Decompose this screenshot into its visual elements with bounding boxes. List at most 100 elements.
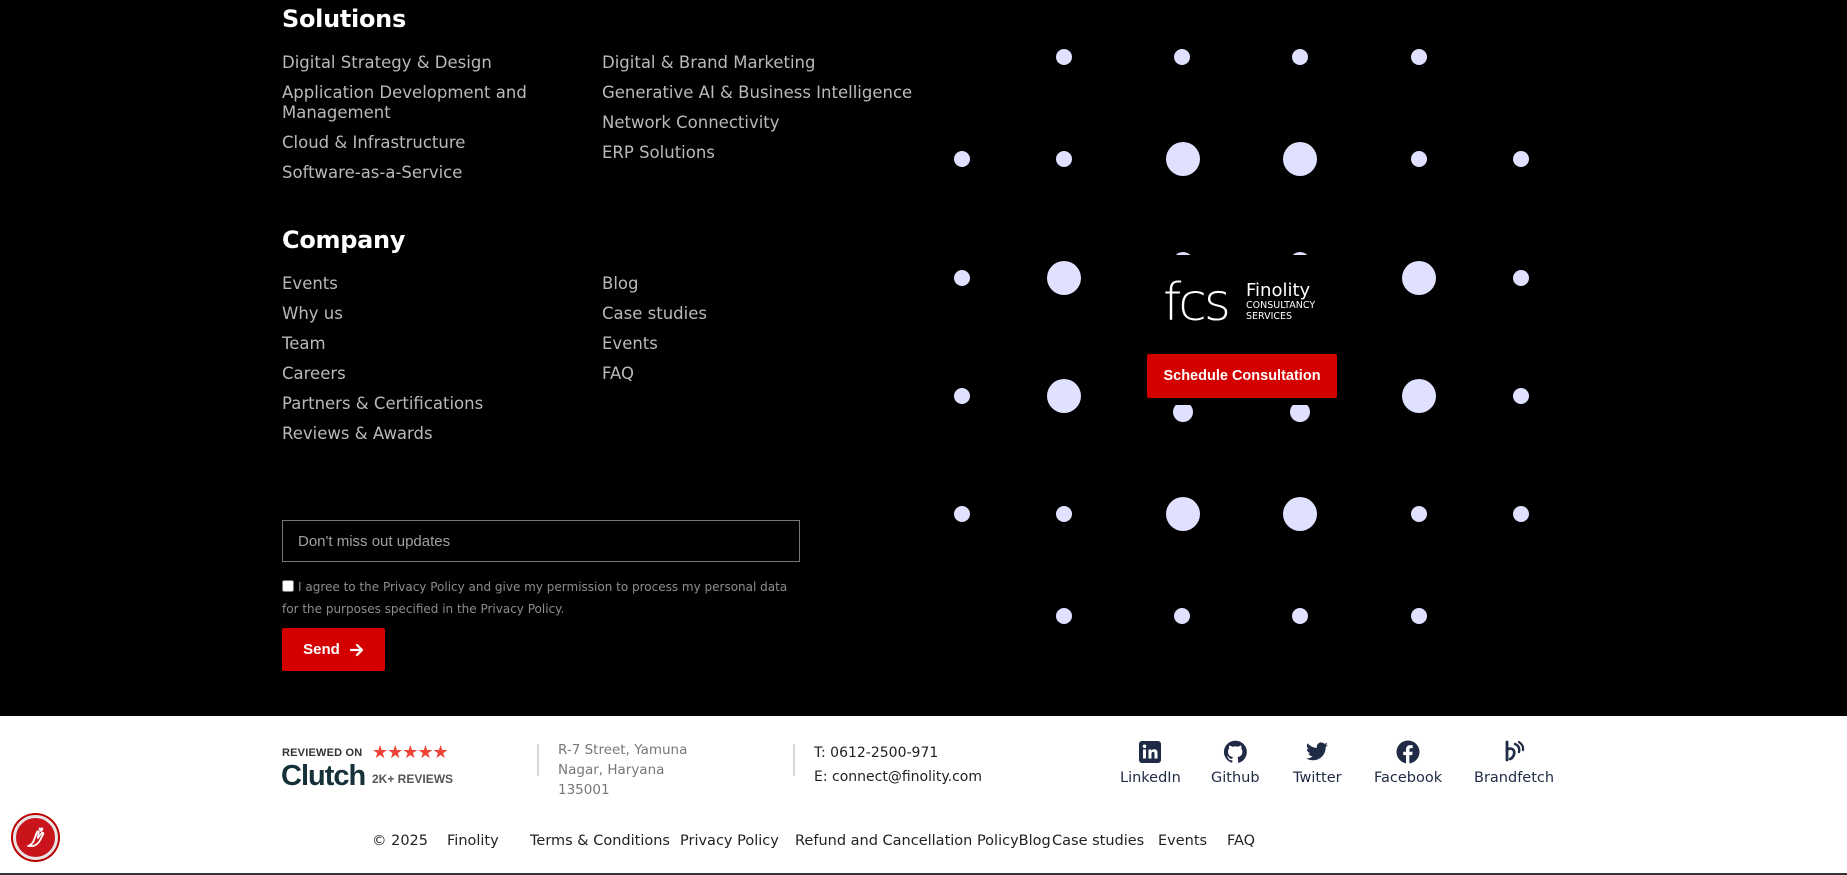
consent-row: I agree to the Privacy Policy and give m… (282, 576, 802, 620)
company-link[interactable]: FAQ (602, 364, 707, 384)
arrow-right-icon (349, 643, 363, 656)
schedule-consultation-button[interactable]: Schedule Consultation (1147, 354, 1337, 398)
company-link[interactable]: Careers (282, 364, 483, 384)
company-heading: Company (282, 226, 406, 254)
consent-text: I agree to the Privacy Policy and give m… (282, 580, 788, 616)
twitter-icon (1306, 742, 1329, 761)
footer-link-privacy[interactable]: Privacy Policy (680, 833, 779, 849)
solutions-list-right: Digital & Brand Marketing Generative AI … (602, 53, 912, 173)
decorative-dot (1166, 142, 1200, 176)
social-label: Github (1211, 770, 1260, 786)
send-button-label: Send (303, 641, 340, 658)
social-label: Twitter (1293, 770, 1342, 786)
solutions-list-left: Digital Strategy & Design Application De… (282, 53, 542, 193)
social-linkedin[interactable]: LinkedIn (1120, 740, 1181, 786)
solutions-link[interactable]: ERP Solutions (602, 143, 912, 163)
decorative-dot (1047, 261, 1081, 295)
decorative-dot (1411, 506, 1427, 522)
decorative-dot (1166, 497, 1200, 531)
decorative-dot (1513, 270, 1529, 286)
decorative-dot (1056, 608, 1072, 624)
brand-tagline-line: CONSULTANCY (1246, 300, 1316, 311)
company-link[interactable]: Team (282, 334, 483, 354)
footer-dark-section (0, 0, 1847, 716)
footer-link-terms[interactable]: Terms & Conditions (530, 833, 670, 849)
floating-help-badge[interactable] (13, 815, 58, 860)
company-link[interactable]: Blog (602, 274, 707, 294)
clutch-reviewed-label: REVIEWED ON (282, 747, 363, 759)
company-link[interactable]: Events (282, 274, 483, 294)
decorative-dot (1047, 379, 1081, 413)
clutch-logo-text: Clutch (281, 760, 366, 792)
solutions-heading: Solutions (282, 5, 406, 33)
decorative-dot (954, 270, 970, 286)
decorative-dot (954, 506, 970, 522)
social-label: Facebook (1374, 770, 1443, 786)
company-list-left: Events Why us Team Careers Partners & Ce… (282, 274, 483, 454)
footer-link-refund[interactable]: Refund and Cancellation PolicyBlog (795, 833, 1051, 849)
decorative-dot (1292, 49, 1308, 65)
decorative-dot (1056, 506, 1072, 522)
footer-link-case-studies[interactable]: Case studies (1052, 833, 1144, 849)
decorative-dot (1173, 402, 1193, 422)
decorative-dot (1402, 379, 1436, 413)
decorative-dot (1402, 261, 1436, 295)
decorative-dot (1174, 49, 1190, 65)
send-button[interactable]: Send (282, 628, 385, 671)
copyright: © 2025 (372, 833, 429, 849)
newsletter-email-input[interactable] (282, 520, 800, 562)
facebook-icon (1396, 740, 1420, 764)
decorative-dot (1056, 151, 1072, 167)
phone-number[interactable]: T: 0612-2500-971 (814, 741, 982, 765)
decorative-dot (1411, 608, 1427, 624)
brand-tagline: CONSULTANCY SERVICES (1246, 300, 1315, 322)
solutions-link[interactable]: Digital & Brand Marketing (602, 53, 912, 73)
company-link[interactable]: Events (602, 334, 707, 354)
footer-bar (0, 716, 1847, 875)
decorative-dot (1283, 497, 1317, 531)
clutch-logo[interactable]: Clutch (281, 760, 366, 793)
decorative-dot (1513, 151, 1529, 167)
social-twitter[interactable]: Twitter (1293, 740, 1342, 786)
brandfetch-icon (1505, 740, 1525, 762)
decorative-dot (1513, 388, 1529, 404)
decorative-dot (1290, 402, 1310, 422)
decorative-dot (954, 388, 970, 404)
linkedin-icon (1139, 741, 1162, 763)
brand-tagline-line: SERVICES (1246, 311, 1293, 322)
decorative-dot (1283, 142, 1317, 176)
social-label: LinkedIn (1120, 770, 1181, 786)
company-link[interactable]: Partners & Certifications (282, 394, 483, 414)
company-link[interactable]: Why us (282, 304, 483, 324)
rating-stars: ★★★★★ (372, 742, 449, 762)
decorative-dot (1056, 49, 1072, 65)
footer-link-faq[interactable]: FAQ (1227, 833, 1255, 849)
contact-info: T: 0612-2500-971 E: connect@finolity.com (814, 741, 982, 789)
consent-checkbox[interactable] (282, 580, 294, 592)
decorative-dot (954, 151, 970, 167)
solutions-link[interactable]: Application Development and Management (282, 83, 542, 123)
solutions-link[interactable]: Digital Strategy & Design (282, 53, 542, 73)
footer-link-events[interactable]: Events (1158, 833, 1207, 849)
social-facebook[interactable]: Facebook (1374, 740, 1442, 786)
brand-name: Finolity (1246, 280, 1311, 301)
company-link[interactable]: Reviews & Awards (282, 424, 483, 444)
social-github[interactable]: Github (1211, 740, 1260, 786)
email-address[interactable]: E: connect@finolity.com (814, 765, 982, 789)
divider (793, 744, 795, 776)
hand-heart-icon (26, 827, 44, 847)
address: R-7 Street, Yamuna Nagar, Haryana 135001 (558, 742, 688, 798)
footer-link-finolity[interactable]: Finolity (447, 833, 499, 849)
company-list-right: Blog Case studies Events FAQ (602, 274, 707, 394)
company-link[interactable]: Case studies (602, 304, 707, 324)
solutions-link[interactable]: Generative AI & Business Intelligence (602, 83, 912, 103)
social-label: Brandfetch (1474, 770, 1555, 786)
clutch-review-count: 2K+ REVIEWS (372, 772, 454, 786)
solutions-link[interactable]: Cloud & Infrastructure (282, 133, 542, 153)
decorative-dot (1292, 608, 1308, 624)
solutions-link[interactable]: Network Connectivity (602, 113, 912, 133)
solutions-link[interactable]: Software-as-a-Service (282, 163, 542, 183)
decorative-dot (1411, 151, 1427, 167)
decorative-dot (1174, 608, 1190, 624)
social-brandfetch[interactable]: Brandfetch (1474, 740, 1554, 786)
